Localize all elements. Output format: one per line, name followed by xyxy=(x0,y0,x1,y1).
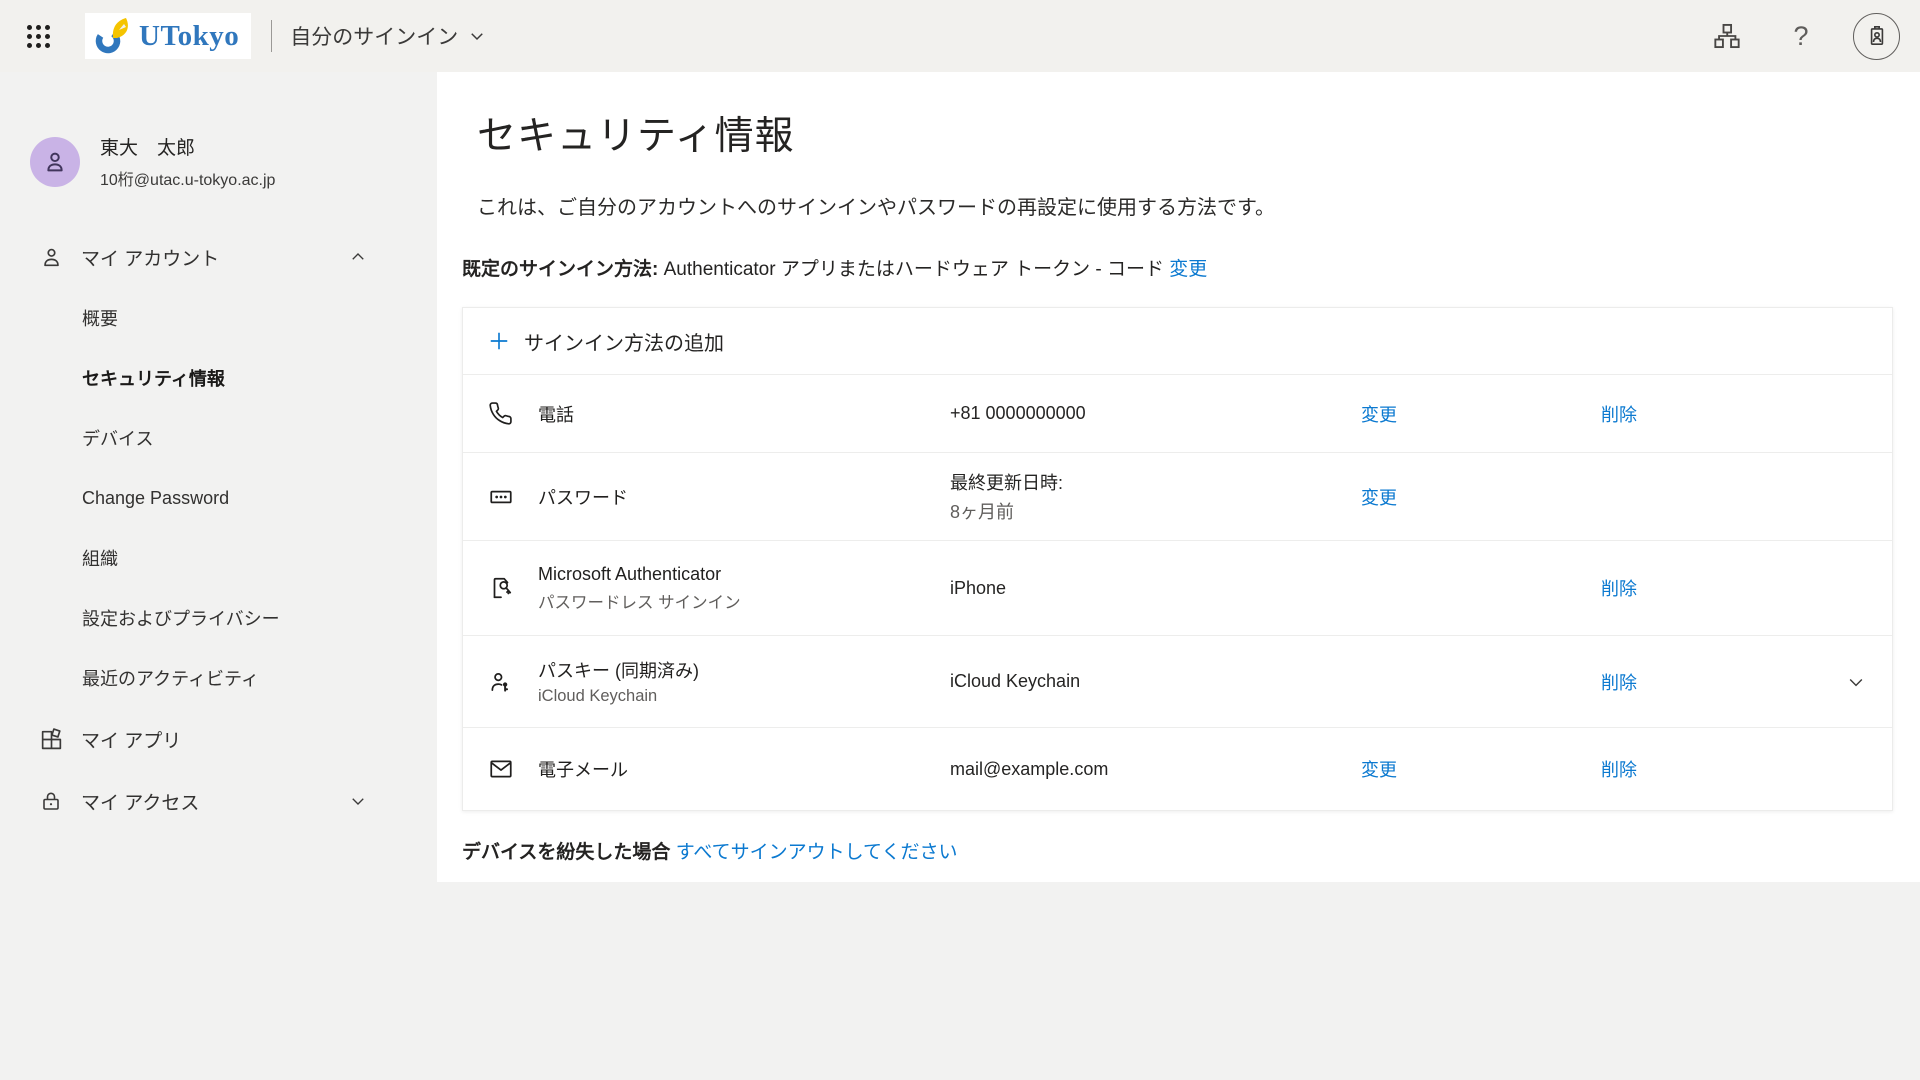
apps-icon xyxy=(38,727,64,752)
sidebar-item-label: Change Password xyxy=(82,488,229,509)
method-subtitle: パスワードレス サインイン xyxy=(538,589,950,613)
sidebar-item-label: マイ アプリ xyxy=(81,726,181,753)
chevron-down-icon xyxy=(1846,672,1866,692)
default-method-value: Authenticator アプリまたはハードウェア トークン - コード xyxy=(664,259,1164,280)
delete-link[interactable]: 削除 xyxy=(1601,756,1846,782)
app-title-label: 自分のサインイン xyxy=(290,21,458,51)
default-method-label: 既定のサインイン方法: xyxy=(462,259,658,280)
table-row-password: パスワード 最終更新日時: 8ヶ月前 変更 xyxy=(463,452,1892,540)
sidebar-item-label: 組織 xyxy=(82,545,118,571)
chevron-down-icon xyxy=(349,792,367,810)
delete-link[interactable]: 削除 xyxy=(1601,669,1846,695)
sign-out-everywhere-link[interactable]: すべてサインアウトしてください xyxy=(676,842,958,863)
page-title: セキュリティ情報 xyxy=(477,105,1895,161)
change-link[interactable]: 変更 xyxy=(1361,401,1601,427)
app-launcher-button[interactable] xyxy=(18,16,58,56)
sidebar-item-overview[interactable]: 概要 xyxy=(0,288,437,348)
plus-icon xyxy=(488,330,510,352)
sidebar-item-devices[interactable]: デバイス xyxy=(0,408,437,468)
method-name-block: パスキー (同期済み) iCloud Keychain xyxy=(538,657,950,706)
account-avatar-button[interactable] xyxy=(1853,13,1900,60)
mail-icon xyxy=(488,756,538,782)
utokyo-logo-text: UTokyo xyxy=(139,20,239,53)
app-title-menu[interactable]: 自分のサインイン xyxy=(290,21,486,51)
waffle-icon xyxy=(27,25,50,48)
sidebar-item-my-access[interactable]: マイ アクセス xyxy=(0,770,437,832)
method-name: 電話 xyxy=(538,401,950,427)
signin-methods-card: サインイン方法の追加 電話 +81 0000000000 変更 削除 xyxy=(462,307,1893,811)
table-row-authenticator: Microsoft Authenticator パスワードレス サインイン iP… xyxy=(463,540,1892,635)
help-icon: ? xyxy=(1793,21,1808,52)
add-method-label: サインイン方法の追加 xyxy=(524,327,724,356)
ginkgo-leaf-icon xyxy=(93,16,133,56)
help-button[interactable]: ? xyxy=(1779,14,1823,58)
main-content: セキュリティ情報 これは、ご自分のアカウントへのサインインやパスワードの再設定に… xyxy=(437,72,1920,882)
add-signin-method-button[interactable]: サインイン方法の追加 xyxy=(463,308,1892,374)
organization-button[interactable] xyxy=(1705,14,1749,58)
method-name: Microsoft Authenticator xyxy=(538,564,950,585)
authenticator-icon xyxy=(488,575,538,601)
sidebar-item-label: 設定およびプライバシー xyxy=(82,605,280,631)
method-value: +81 0000000000 xyxy=(950,403,1361,424)
phone-icon xyxy=(488,401,538,426)
default-method-change-link[interactable]: 変更 xyxy=(1169,259,1207,280)
sidebar-item-my-account[interactable]: マイ アカウント xyxy=(0,226,437,288)
lost-device-line: デバイスを紛失した場合 すべてサインアウトしてください xyxy=(462,837,1895,864)
sidebar-item-change-password[interactable]: Change Password xyxy=(0,468,437,528)
person-icon xyxy=(38,245,64,270)
password-icon xyxy=(488,484,538,510)
top-app-bar: UTokyo 自分のサインイン ? xyxy=(0,0,1920,72)
method-name: パスキー (同期済み) xyxy=(538,657,950,683)
method-value: iPhone xyxy=(950,578,1361,599)
change-link[interactable]: 変更 xyxy=(1361,756,1601,782)
user-email: 10桁@utac.u-tokyo.ac.jp xyxy=(100,166,275,190)
sidebar-item-label: マイ アクセス xyxy=(81,788,199,815)
sidebar-item-label: 最近のアクティビティ xyxy=(82,665,259,691)
table-row-email: 電子メール mail@example.com 変更 削除 xyxy=(463,727,1892,810)
sidebar-item-label: セキュリティ情報 xyxy=(82,365,225,391)
chevron-down-icon xyxy=(468,27,486,45)
table-row-passkey: パスキー (同期済み) iCloud Keychain iCloud Keych… xyxy=(463,635,1892,727)
method-name: 電子メール xyxy=(538,756,950,782)
sidebar-item-label: マイ アカウント xyxy=(81,244,219,271)
sidebar: 東大 太郎 10桁@utac.u-tokyo.ac.jp マイ アカウント 概要… xyxy=(0,72,437,1080)
delete-link[interactable]: 削除 xyxy=(1601,401,1846,427)
avatar[interactable] xyxy=(30,137,80,187)
method-value: 最終更新日時: 8ヶ月前 xyxy=(950,469,1361,524)
delete-link[interactable]: 削除 xyxy=(1601,575,1846,601)
sidebar-item-label: デバイス xyxy=(82,425,153,451)
change-link[interactable]: 変更 xyxy=(1361,484,1601,510)
passkey-icon xyxy=(488,669,538,695)
last-updated-label: 最終更新日時: xyxy=(950,469,1361,495)
user-name: 東大 太郎 xyxy=(100,133,275,160)
method-name: パスワード xyxy=(538,484,950,510)
header-divider xyxy=(271,20,272,52)
last-updated-value: 8ヶ月前 xyxy=(950,498,1361,524)
id-badge-icon xyxy=(1864,23,1890,49)
method-value: iCloud Keychain xyxy=(950,671,1361,692)
lock-icon xyxy=(38,789,64,813)
utokyo-logo[interactable]: UTokyo xyxy=(85,13,251,59)
sidebar-item-my-apps[interactable]: マイ アプリ xyxy=(0,708,437,770)
sidebar-item-security-info[interactable]: セキュリティ情報 xyxy=(0,348,437,408)
expand-row-button[interactable] xyxy=(1846,672,1896,692)
method-value: mail@example.com xyxy=(950,759,1361,780)
user-block: 東大 太郎 10桁@utac.u-tokyo.ac.jp xyxy=(0,133,437,190)
method-name-block: Microsoft Authenticator パスワードレス サインイン xyxy=(538,564,950,613)
sitemap-icon xyxy=(1713,22,1741,50)
chevron-up-icon xyxy=(349,248,367,266)
page-subtitle: これは、ご自分のアカウントへのサインインやパスワードの再設定に使用する方法です。 xyxy=(477,191,1895,220)
sidebar-item-organizations[interactable]: 組織 xyxy=(0,528,437,588)
table-row-phone: 電話 +81 0000000000 変更 削除 xyxy=(463,374,1892,452)
method-subtitle: iCloud Keychain xyxy=(538,687,950,706)
sidebar-item-settings-privacy[interactable]: 設定およびプライバシー xyxy=(0,588,437,648)
lost-device-label: デバイスを紛失した場合 xyxy=(462,842,670,863)
sidebar-item-recent-activity[interactable]: 最近のアクティビティ xyxy=(0,648,437,708)
default-signin-method: 既定のサインイン方法: Authenticator アプリまたはハードウェア ト… xyxy=(462,254,1895,281)
sidebar-item-label: 概要 xyxy=(82,305,118,331)
